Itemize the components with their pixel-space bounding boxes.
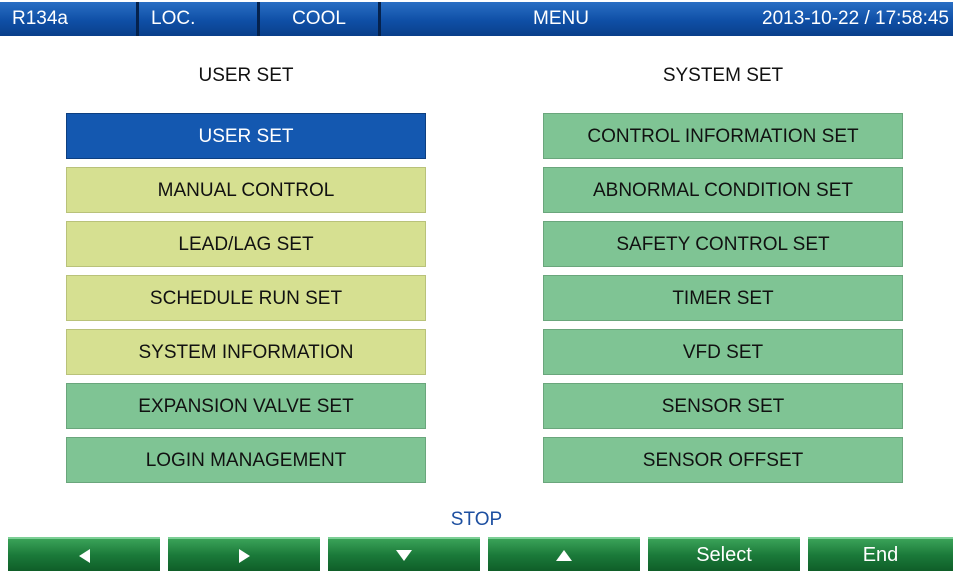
timer-set-button[interactable]: TIMER SET bbox=[543, 275, 903, 321]
manual-control-button[interactable]: MANUAL CONTROL bbox=[66, 167, 426, 213]
nav-up-button[interactable] bbox=[488, 537, 640, 571]
refrigerant-indicator: R134a bbox=[0, 2, 136, 36]
location-indicator: LOC. bbox=[139, 2, 257, 36]
sensor-offset-button[interactable]: SENSOR OFFSET bbox=[543, 437, 903, 483]
arrow-left-icon bbox=[78, 548, 90, 563]
end-button[interactable]: End bbox=[808, 537, 953, 571]
screen-title: MENU bbox=[381, 2, 741, 36]
run-status: STOP bbox=[450, 509, 503, 530]
system-information-button[interactable]: SYSTEM INFORMATION bbox=[66, 329, 426, 375]
top-status-bar: R134a LOC. COOL MENU 2013-10-22 / 17:58:… bbox=[0, 0, 953, 38]
datetime-display: 2013-10-22 / 17:58:45 bbox=[741, 2, 953, 36]
nav-left-button[interactable] bbox=[8, 537, 160, 571]
system-set-title: SYSTEM SET bbox=[662, 65, 784, 86]
user-set-title: USER SET bbox=[198, 65, 294, 86]
schedule-run-set-button[interactable]: SCHEDULE RUN SET bbox=[66, 275, 426, 321]
safety-control-set-button[interactable]: SAFETY CONTROL SET bbox=[543, 221, 903, 267]
abnormal-condition-set-button[interactable]: ABNORMAL CONDITION SET bbox=[543, 167, 903, 213]
arrow-up-icon bbox=[556, 550, 572, 562]
login-management-button[interactable]: LOGIN MANAGEMENT bbox=[66, 437, 426, 483]
arrow-right-icon bbox=[238, 548, 250, 563]
expansion-valve-set-button[interactable]: EXPANSION VALVE SET bbox=[66, 383, 426, 429]
user-set-button[interactable]: USER SET bbox=[66, 113, 426, 159]
nav-down-button[interactable] bbox=[328, 537, 480, 571]
mode-indicator: COOL bbox=[260, 2, 378, 36]
select-button[interactable]: Select bbox=[648, 537, 800, 571]
lead-lag-set-button[interactable]: LEAD/LAG SET bbox=[66, 221, 426, 267]
arrow-down-icon bbox=[396, 550, 412, 562]
vfd-set-button[interactable]: VFD SET bbox=[543, 329, 903, 375]
control-information-set-button[interactable]: CONTROL INFORMATION SET bbox=[543, 113, 903, 159]
nav-right-button[interactable] bbox=[168, 537, 320, 571]
sensor-set-button[interactable]: SENSOR SET bbox=[543, 383, 903, 429]
